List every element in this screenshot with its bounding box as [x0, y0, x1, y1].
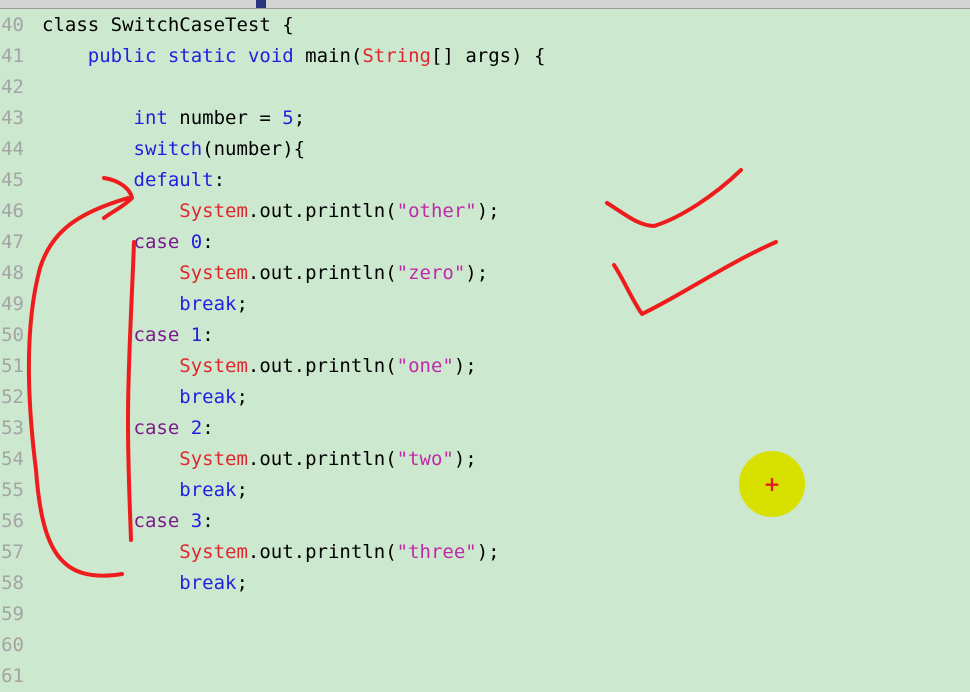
code-line[interactable]: case 1:	[42, 320, 214, 351]
line-number: 46	[1, 200, 24, 222]
line-number: 61	[1, 665, 24, 687]
line-number: 50	[1, 324, 24, 346]
code-line[interactable]: case 3:	[42, 506, 214, 537]
code-line[interactable]: public static void main(String[] args) {	[42, 41, 546, 72]
mouse-pointer-highlight: +	[739, 451, 805, 517]
code-line[interactable]: case 2:	[42, 413, 214, 444]
code-line[interactable]: System.out.println("one");	[42, 351, 476, 382]
line-number: 59	[1, 603, 24, 625]
line-number: 54	[1, 448, 24, 470]
line-number: 42	[1, 76, 24, 98]
code-line[interactable]: break;	[42, 289, 248, 320]
code-line[interactable]: default:	[42, 165, 226, 196]
active-tab-marker	[256, 0, 266, 8]
line-number: 45	[1, 169, 24, 191]
line-number: 49	[1, 293, 24, 315]
line-number: 58	[1, 572, 24, 594]
line-number: 44	[1, 138, 24, 160]
line-number: 41	[1, 45, 24, 67]
cursor-crosshair-icon: +	[763, 472, 781, 496]
code-line[interactable]: break;	[42, 475, 248, 506]
code-line[interactable]: class SwitchCaseTest {	[42, 10, 294, 41]
editor-tab-strip	[0, 0, 970, 9]
code-editor[interactable]: 40 41 42 43 44 45 46 47 48 49 50 51 52 53 54 55 56 57 58 59…	[0, 10, 970, 687]
line-number: 55	[1, 479, 24, 501]
code-line[interactable]: switch(number){	[42, 134, 306, 165]
code-line[interactable]: break;	[42, 568, 248, 599]
line-number: 56	[1, 510, 24, 532]
line-number: 43	[1, 107, 24, 129]
line-number: 47	[1, 231, 24, 253]
line-number: 48	[1, 262, 24, 284]
code-line[interactable]: System.out.println("other");	[42, 196, 499, 227]
line-number: 51	[1, 355, 24, 377]
line-number: 52	[1, 386, 24, 408]
line-number: 40	[1, 14, 24, 36]
line-number: 53	[1, 417, 24, 439]
code-line[interactable]: System.out.println("zero");	[42, 258, 488, 289]
line-number: 60	[1, 634, 24, 656]
code-line[interactable]: System.out.println("three");	[42, 537, 499, 568]
code-line[interactable]: case 0:	[42, 227, 214, 258]
code-line[interactable]: System.out.println("two");	[42, 444, 476, 475]
code-line[interactable]: break;	[42, 382, 248, 413]
code-line[interactable]: int number = 5;	[42, 103, 306, 134]
line-number: 57	[1, 541, 24, 563]
